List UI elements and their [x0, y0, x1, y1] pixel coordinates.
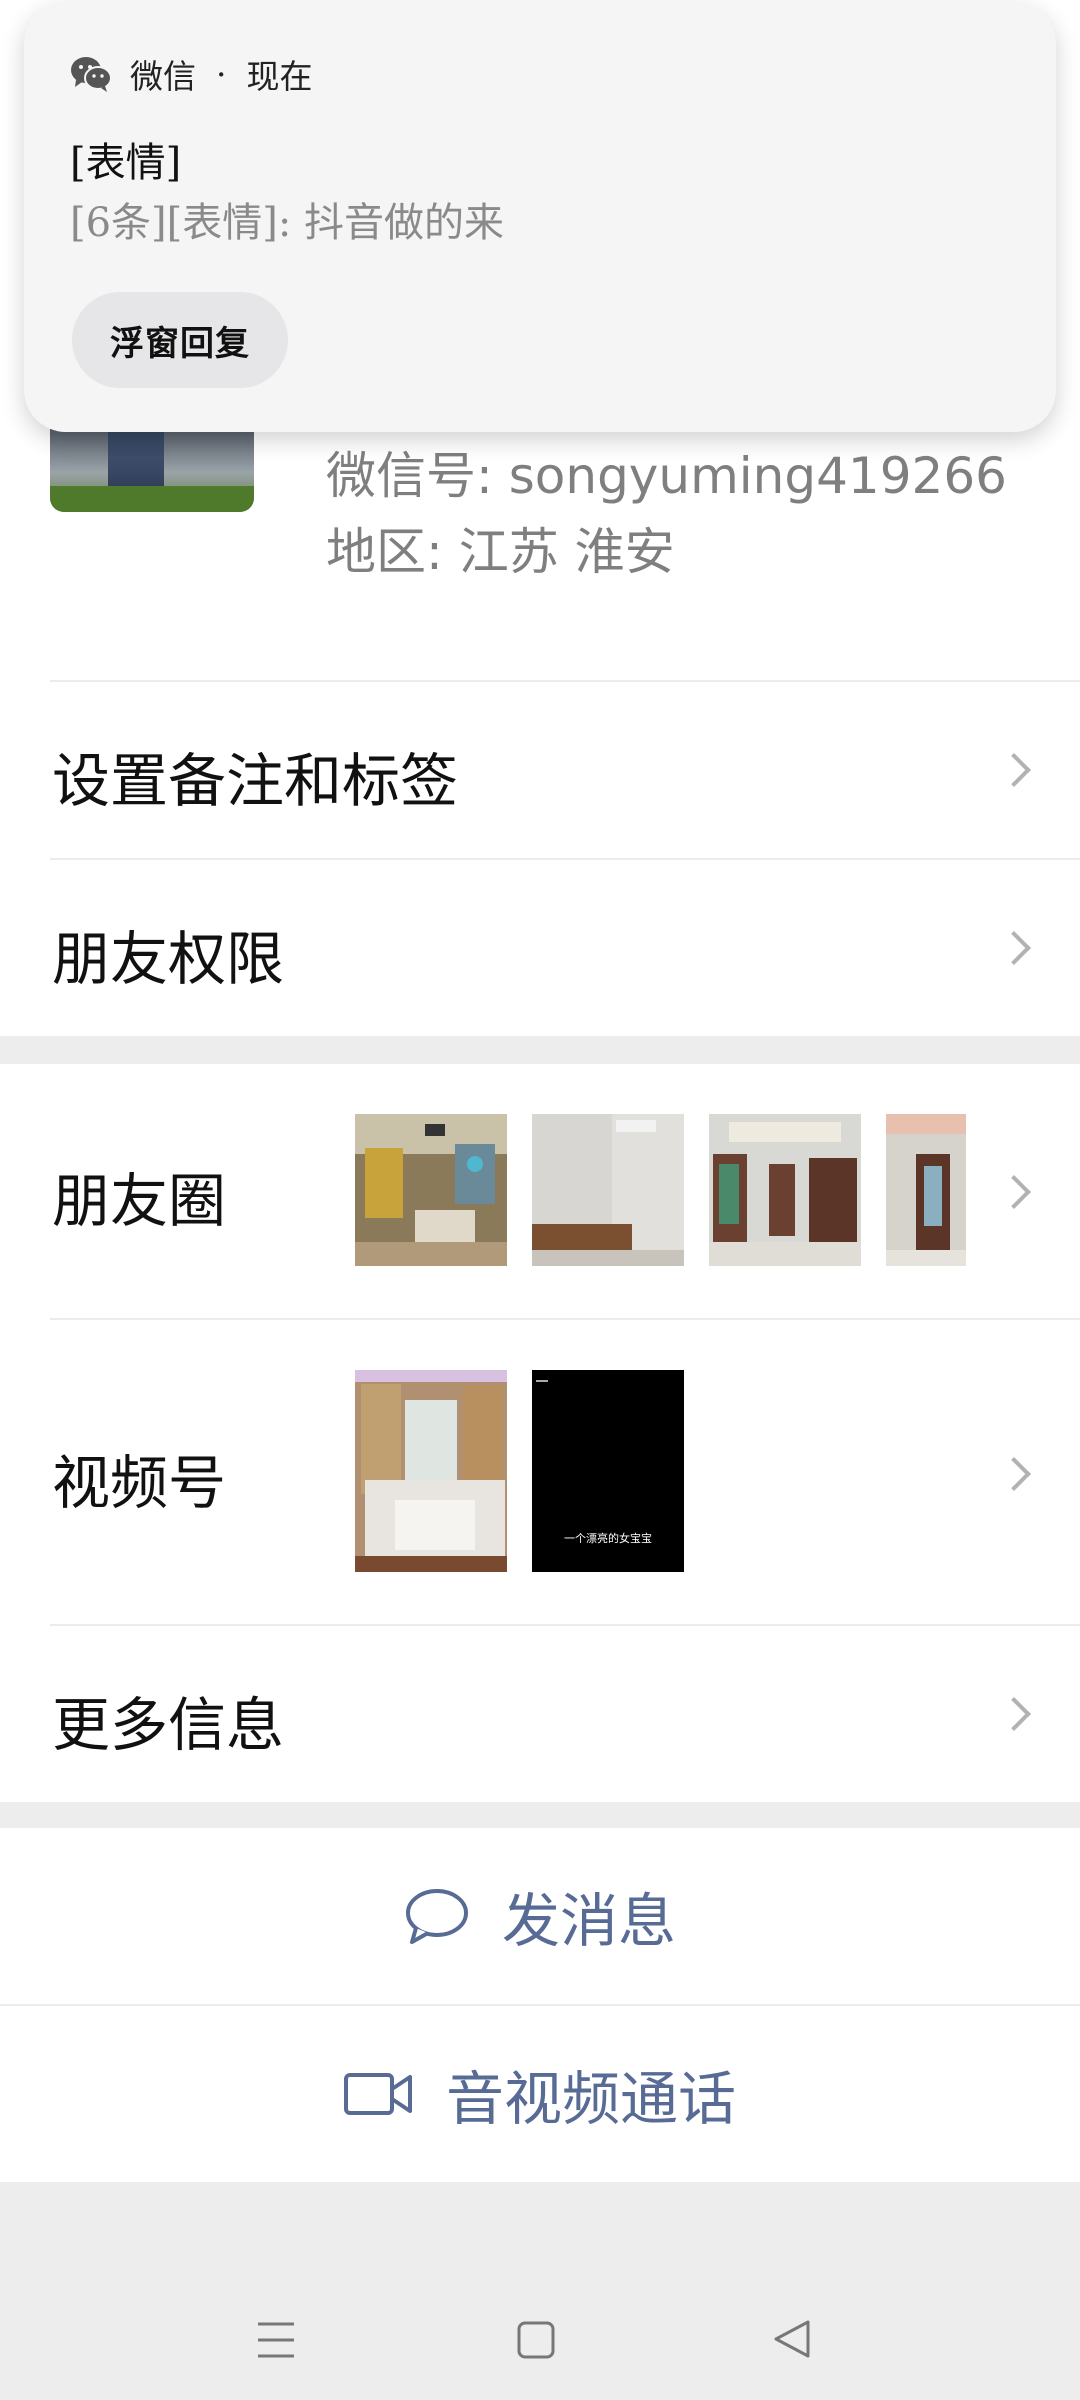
- row-label: 视频号: [52, 1449, 227, 1517]
- chevron-right-icon: [997, 753, 1031, 787]
- row-remark-tags[interactable]: 设置备注和标签: [50, 680, 1080, 858]
- wechat-icon: [70, 54, 112, 94]
- moments-photo[interactable]: [709, 1114, 861, 1266]
- row-label: 更多信息: [52, 1691, 285, 1759]
- video-marker: [536, 1380, 548, 1382]
- back-icon[interactable]: [772, 2318, 812, 2364]
- chevron-right-icon: [997, 1175, 1031, 1209]
- wechat-id: 微信号: songyuming419266: [326, 447, 1007, 505]
- notification-app: 微信: [130, 57, 196, 96]
- video-call-button[interactable]: 音视频通话: [0, 2006, 1080, 2182]
- home-icon[interactable]: [516, 2320, 556, 2364]
- send-message-button[interactable]: 发消息: [0, 1828, 1080, 2004]
- notification-time: 现在: [246, 57, 313, 96]
- notification-separator: ·: [216, 54, 227, 94]
- channels-video-thumbnail[interactable]: 一个漂亮的女宝宝: [532, 1370, 684, 1572]
- chat-bubble-icon: [404, 1886, 470, 1946]
- chevron-right-icon: [997, 1697, 1031, 1731]
- row-label: 朋友圈: [52, 1167, 227, 1235]
- notification-body: [6条][表情]: 抖音做的来: [70, 200, 505, 246]
- video-caption: 一个漂亮的女宝宝: [564, 1532, 652, 1545]
- chevron-right-icon: [997, 1457, 1031, 1491]
- floating-reply-button[interactable]: 浮窗回复: [72, 292, 288, 388]
- row-permissions[interactable]: 朋友权限: [50, 858, 1080, 1036]
- region: 地区: 江苏 淮安: [326, 523, 675, 581]
- row-label: 设置备注和标签: [52, 747, 459, 815]
- chevron-right-icon: [997, 931, 1031, 965]
- video-camera-icon: [343, 2071, 414, 2117]
- send-message-label: 发消息: [501, 1887, 676, 1955]
- notification-header: 微信 · 现在: [70, 50, 313, 98]
- notification-card[interactable]: 微信 · 现在 [表情] [6条][表情]: 抖音做的来 浮窗回复: [24, 2, 1056, 432]
- moments-photo[interactable]: [886, 1114, 966, 1266]
- row-channels[interactable]: 视频号 一个漂亮的女宝宝: [50, 1318, 1080, 1624]
- row-label: 朋友权限: [52, 925, 285, 993]
- row-moments[interactable]: 朋友圈: [50, 1064, 1080, 1318]
- settings-section: 设置备注和标签 朋友权限: [0, 680, 1080, 1036]
- moments-photo[interactable]: [532, 1114, 684, 1266]
- row-more-info[interactable]: 更多信息: [50, 1624, 1080, 1802]
- content-section: 朋友圈 视频号 一个漂亮的女宝宝 更多信息: [0, 1064, 1080, 1802]
- channels-video-thumbnail[interactable]: [355, 1370, 507, 1572]
- notification-title: [表情]: [70, 140, 182, 186]
- avatar-ground: [50, 486, 254, 512]
- video-call-label: 音视频通话: [445, 2065, 736, 2133]
- system-navigation-bar: [0, 2182, 1080, 2400]
- menu-icon[interactable]: [256, 2320, 296, 2364]
- moments-photo[interactable]: [355, 1114, 507, 1266]
